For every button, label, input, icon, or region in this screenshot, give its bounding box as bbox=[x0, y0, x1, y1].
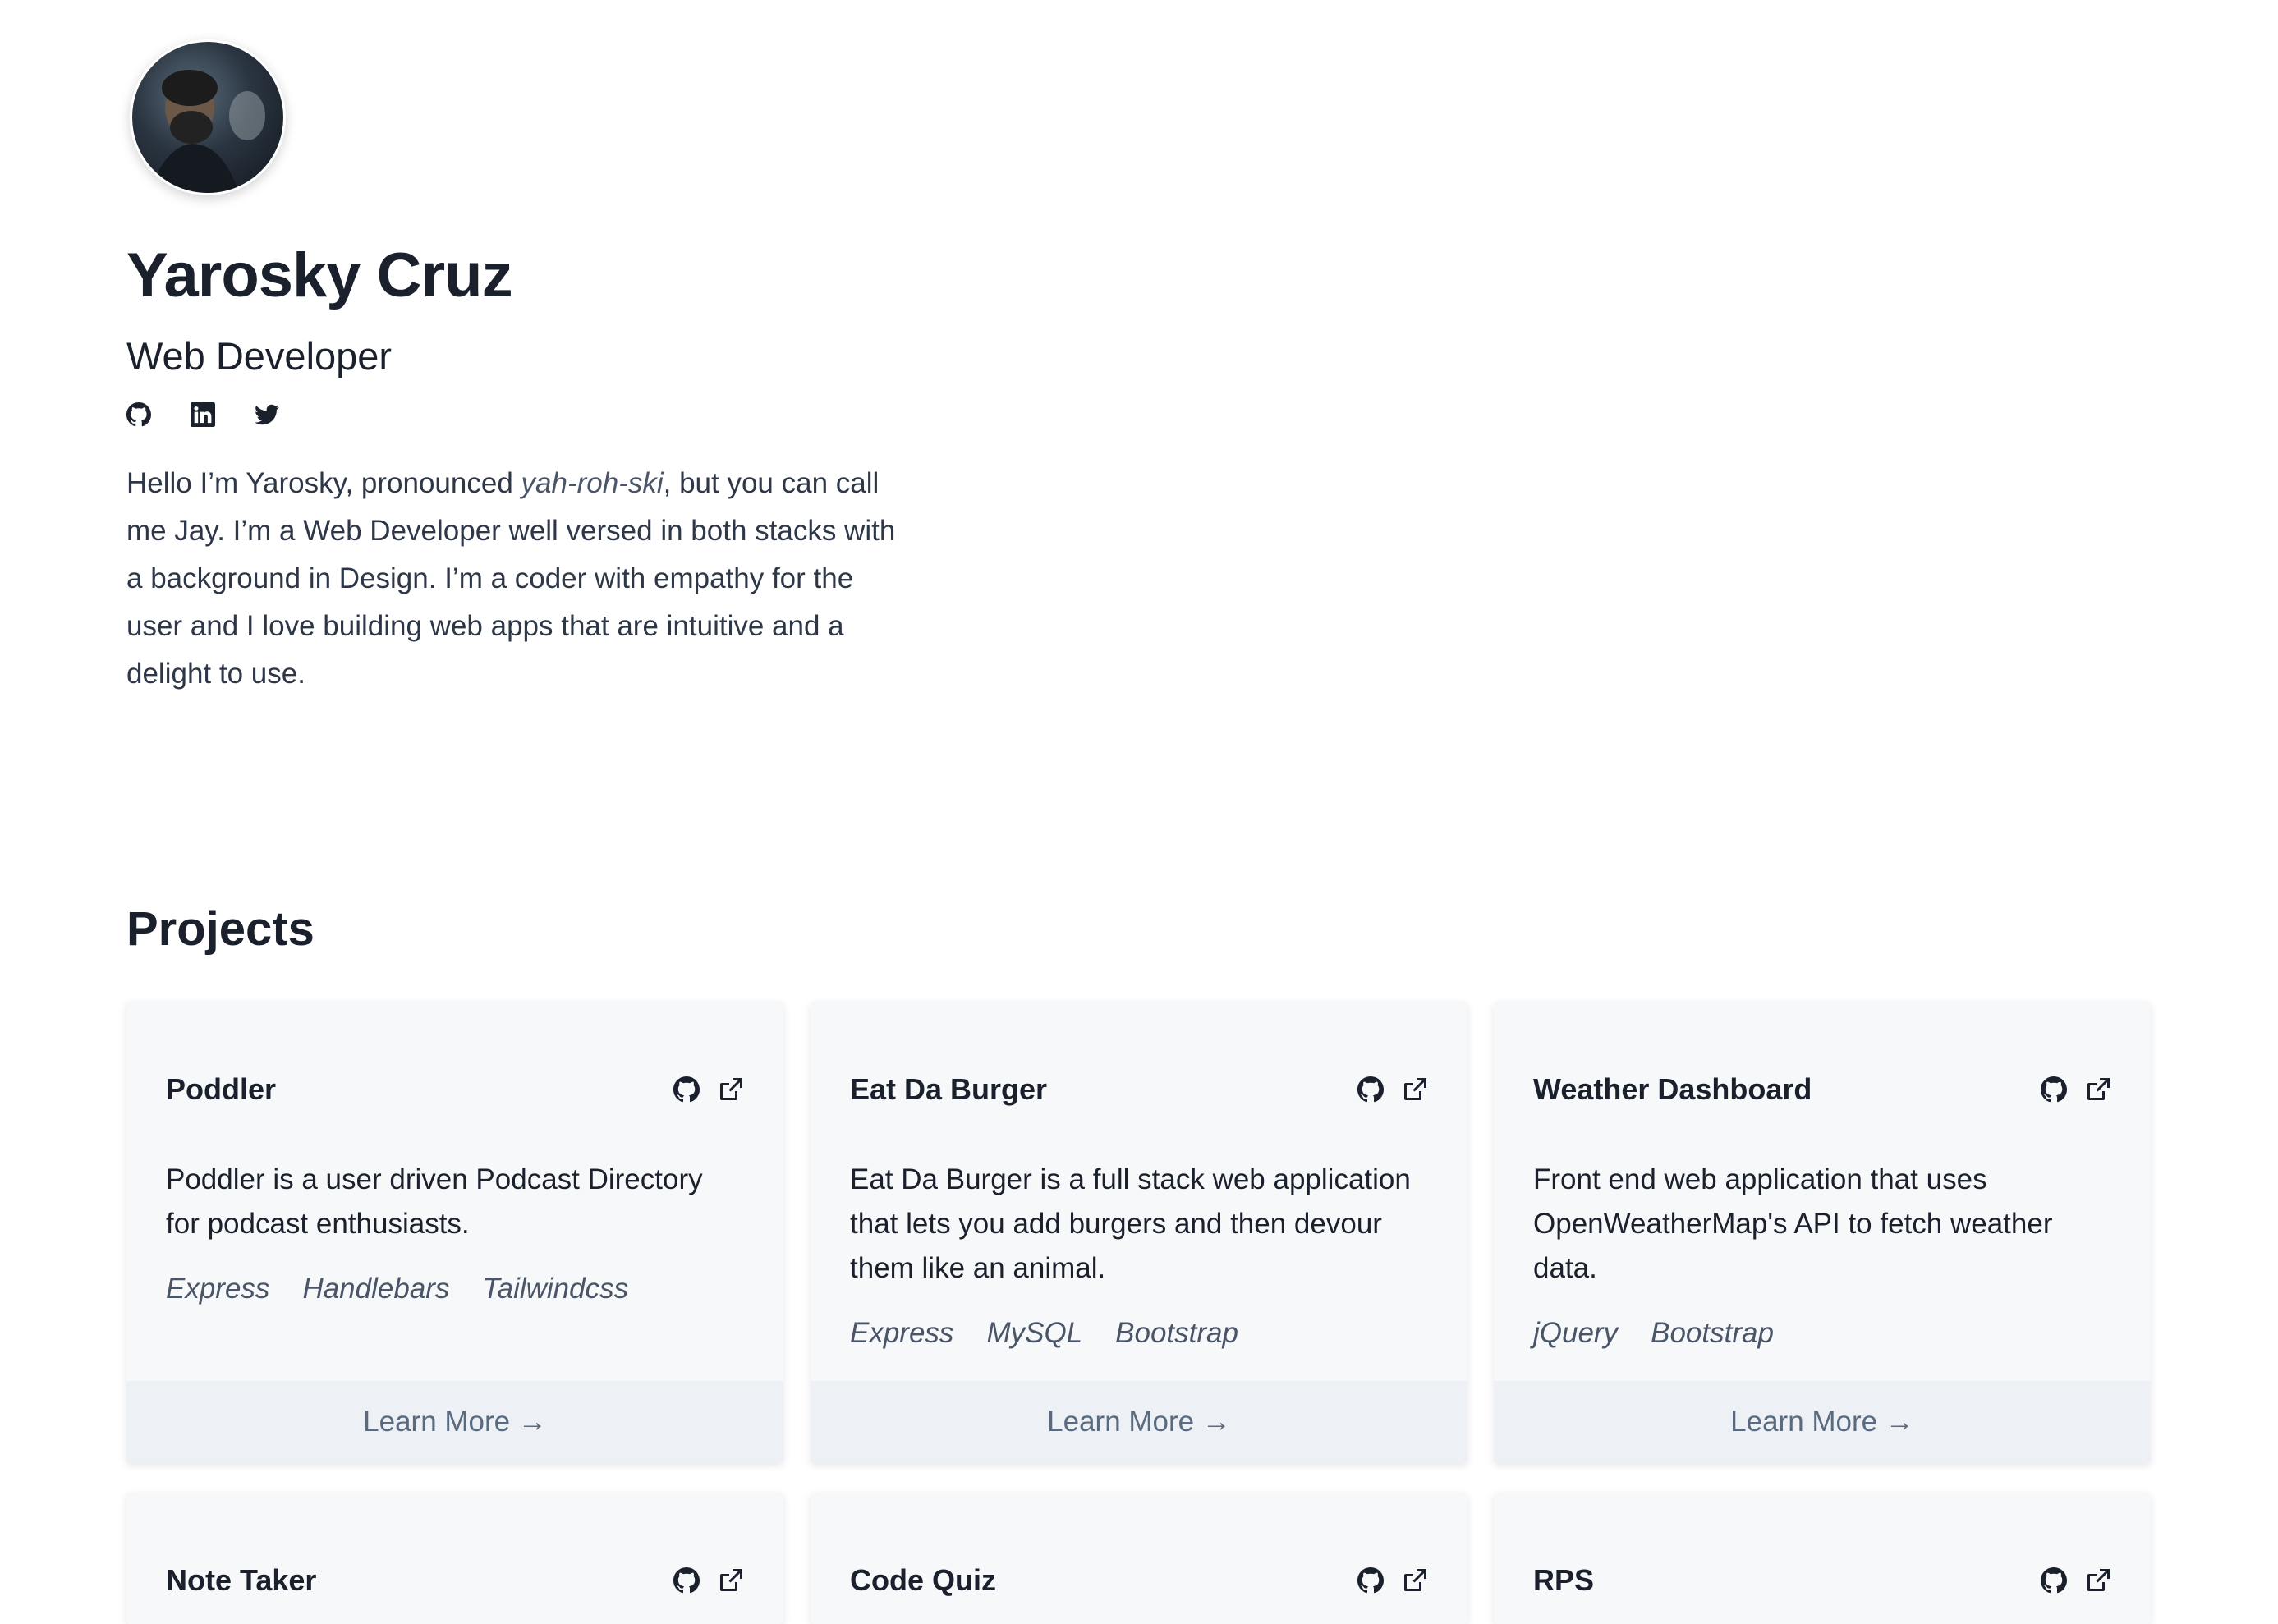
external-link-icon[interactable] bbox=[718, 1567, 744, 1594]
bio-rest: , but you can call me Jay. I’m a Web Dev… bbox=[126, 467, 896, 690]
project-card-rps: RPS bbox=[1494, 1493, 2151, 1624]
github-icon[interactable] bbox=[1357, 1076, 1384, 1103]
project-tags: jQuery Bootstrap bbox=[1533, 1317, 1774, 1350]
tag: Handlebars bbox=[302, 1273, 450, 1305]
learn-more-footer[interactable]: Learn More → bbox=[811, 1381, 1467, 1463]
project-card-weather-dashboard: Weather Dashboard Front end web applicat… bbox=[1494, 1002, 2151, 1463]
tag: jQuery bbox=[1533, 1317, 1619, 1349]
github-icon[interactable] bbox=[1357, 1567, 1384, 1594]
linkedin-icon[interactable] bbox=[191, 402, 215, 427]
project-description: Poddler is a user driven Podcast Directo… bbox=[166, 1163, 703, 1240]
projects-heading: Projects bbox=[126, 902, 315, 956]
external-link-icon[interactable] bbox=[2085, 1567, 2111, 1594]
bio-pronunciation: yah-roh-ski bbox=[521, 467, 664, 499]
external-link-icon[interactable] bbox=[2085, 1076, 2111, 1103]
tag: Tailwindcss bbox=[482, 1273, 629, 1305]
project-tags: Express MySQL Bootstrap bbox=[850, 1317, 1238, 1350]
learn-more-footer[interactable]: Learn More → bbox=[126, 1381, 783, 1463]
project-card-eat-da-burger: Eat Da Burger Eat Da Burger is a full st… bbox=[811, 1002, 1467, 1463]
project-description: Front end web application that uses Open… bbox=[1533, 1163, 2053, 1284]
twitter-icon[interactable] bbox=[255, 402, 279, 427]
social-links bbox=[126, 402, 279, 427]
github-icon[interactable] bbox=[673, 1076, 700, 1103]
external-link-icon[interactable] bbox=[1402, 1076, 1428, 1103]
bio-intro: Hello I’m Yarosky, pronounced bbox=[126, 467, 521, 499]
bio-text: Hello I’m Yarosky, pronounced yah-roh-sk… bbox=[126, 460, 915, 698]
portfolio-page: Yarosky Cruz Web Developer Hello I’m Yar… bbox=[0, 0, 2278, 1624]
profile-name: Yarosky Cruz bbox=[126, 241, 513, 310]
avatar bbox=[130, 39, 286, 195]
project-tags: Express Handlebars Tailwindcss bbox=[166, 1273, 628, 1305]
tag: Express bbox=[850, 1317, 954, 1349]
project-title: Code Quiz bbox=[850, 1563, 996, 1597]
external-link-icon[interactable] bbox=[1402, 1567, 1428, 1594]
project-title: Poddler bbox=[166, 1072, 277, 1106]
learn-more-link[interactable]: Learn More → bbox=[363, 1406, 547, 1438]
learn-more-link[interactable]: Learn More → bbox=[1730, 1406, 1914, 1438]
github-icon[interactable] bbox=[126, 402, 151, 427]
project-title: Weather Dashboard bbox=[1533, 1072, 1812, 1106]
external-link-icon[interactable] bbox=[718, 1076, 744, 1103]
project-card-code-quiz: Code Quiz bbox=[811, 1493, 1467, 1624]
tag: Bootstrap bbox=[1651, 1317, 1774, 1349]
project-title: Eat Da Burger bbox=[850, 1072, 1048, 1106]
github-icon[interactable] bbox=[2041, 1076, 2067, 1103]
project-description: Eat Da Burger is a full stack web applic… bbox=[850, 1163, 1411, 1284]
github-icon[interactable] bbox=[673, 1567, 700, 1594]
project-title: RPS bbox=[1533, 1563, 1595, 1597]
github-icon[interactable] bbox=[2041, 1567, 2067, 1594]
tag: MySQL bbox=[986, 1317, 1083, 1349]
tag: Bootstrap bbox=[1115, 1317, 1238, 1349]
tag: Express bbox=[166, 1273, 270, 1305]
project-title: Note Taker bbox=[166, 1563, 317, 1597]
learn-more-link[interactable]: Learn More → bbox=[1047, 1406, 1231, 1438]
project-card-poddler: Poddler Poddler is a user driven Podcast… bbox=[126, 1002, 783, 1463]
learn-more-footer[interactable]: Learn More → bbox=[1494, 1381, 2151, 1463]
project-card-note-taker: Note Taker bbox=[126, 1493, 783, 1624]
profile-photo bbox=[132, 42, 283, 193]
profile-role: Web Developer bbox=[126, 334, 393, 378]
